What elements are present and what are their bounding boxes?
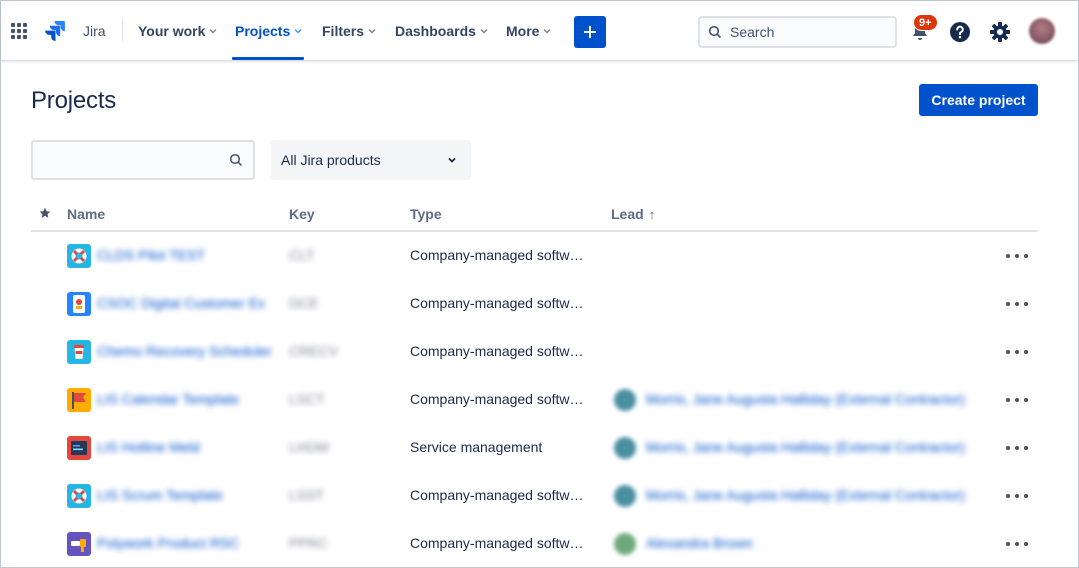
project-key: LHDM [289, 439, 329, 455]
nav-item-label: Your work [138, 23, 206, 39]
active-tab-indicator [232, 57, 304, 60]
search-icon [708, 25, 722, 39]
nav-your-work[interactable]: Your work [138, 1, 217, 61]
star-icon [39, 207, 51, 218]
table-row: CLDS Pilot TEST CLT Company-managed soft… [31, 232, 1038, 280]
project-name-link[interactable]: Chemo Recovery Scheduler [97, 343, 272, 361]
table-row: CSOC Digital Customer Ex DCE Company-man… [31, 280, 1038, 328]
table-row: Polywork Product RSC PPRC Company-manage… [31, 520, 1038, 568]
create-project-button[interactable]: Create project [919, 84, 1038, 116]
settings-button[interactable] [988, 20, 1012, 44]
project-search-input[interactable] [31, 140, 255, 180]
nav-item-label: Dashboards [395, 23, 476, 39]
lead-avatar [614, 389, 636, 411]
grid-icon [11, 23, 27, 39]
plus-icon [584, 26, 596, 38]
type-column-header[interactable]: Type [410, 206, 442, 222]
more-actions-button[interactable] [1006, 296, 1028, 312]
nav-more[interactable]: More [506, 1, 551, 61]
project-type: Company-managed softw… [410, 247, 584, 263]
more-actions-button[interactable] [1006, 344, 1028, 360]
help-icon [950, 22, 970, 42]
nav-dashboards[interactable]: Dashboards [395, 1, 488, 61]
chevron-down-icon [448, 157, 456, 163]
phone-screen-icon [67, 292, 91, 316]
jira-logo-icon[interactable] [44, 1, 66, 61]
project-name-link[interactable]: Polywork Product RSC [97, 535, 239, 553]
search-input[interactable]: Search [698, 16, 897, 48]
nav-item-label: More [506, 23, 540, 39]
more-actions-button[interactable] [1006, 440, 1028, 456]
project-name-link[interactable]: CSOC Digital Customer Ex [97, 295, 265, 313]
notification-count-badge: 9+ [913, 14, 938, 31]
project-key: PPRC [289, 535, 328, 551]
project-key: LSCT [289, 391, 325, 407]
more-actions-button[interactable] [1006, 536, 1028, 552]
help-button[interactable] [948, 20, 972, 44]
project-name-link[interactable]: LIS Scrum Template [97, 487, 223, 505]
chevron-down-icon [543, 28, 551, 34]
project-name-link[interactable]: CLDS Pilot TEST [97, 247, 205, 265]
gear-icon [990, 22, 1010, 42]
search-placeholder: Search [730, 24, 775, 40]
lead-name-link[interactable]: Alexandra Brown [646, 535, 753, 551]
chevron-down-icon [294, 28, 302, 34]
chevron-down-icon [480, 28, 488, 34]
lifebuoy-icon [67, 244, 91, 268]
table-row: LIS Scrum Template LSST Company-managed … [31, 472, 1038, 520]
search-icon [229, 153, 243, 167]
project-key: CRECV [289, 343, 339, 359]
nav-divider [122, 21, 123, 41]
project-name-link[interactable]: LIS Hotline Meld [97, 439, 200, 457]
product-filter-select[interactable]: All Jira products [271, 140, 471, 180]
product-name[interactable]: Jira [83, 1, 106, 61]
lead-header-label: Lead [611, 206, 644, 222]
table-row: LIS Hotline Meld LHDM Service management… [31, 424, 1038, 472]
terminal-icon [67, 436, 91, 460]
chevron-down-icon [209, 28, 217, 34]
lead-avatar [614, 485, 636, 507]
project-type: Company-managed softw… [410, 295, 584, 311]
app-switcher-button[interactable] [11, 1, 31, 61]
flag-icon [67, 388, 91, 412]
table-row: LIS Calendar Template LSCT Company-manag… [31, 376, 1038, 424]
name-column-header[interactable]: Name [67, 206, 105, 222]
table-row: Chemo Recovery Scheduler CRECV Company-m… [31, 328, 1038, 376]
project-key: LSST [289, 487, 325, 503]
product-filter-value: All Jira products [281, 152, 381, 168]
more-actions-button[interactable] [1006, 248, 1028, 264]
chevron-down-icon [368, 28, 376, 34]
project-name-link[interactable]: LIS Calendar Template [97, 391, 239, 409]
project-type: Company-managed softw… [410, 535, 584, 551]
nav-item-label: Projects [235, 23, 291, 39]
nav-item-label: Filters [322, 23, 365, 39]
favorite-column-header[interactable] [39, 207, 51, 219]
project-type: Service management [410, 439, 543, 455]
coffee-cup-icon [67, 340, 91, 364]
more-actions-button[interactable] [1006, 488, 1028, 504]
lead-name-link[interactable]: Morris, Jane Augusta Halliday (External … [646, 439, 965, 455]
sort-ascending-icon: ↑ [648, 206, 656, 222]
project-type: Company-managed softw… [410, 487, 584, 503]
nav-filters[interactable]: Filters [322, 1, 376, 61]
project-key: CLT [289, 247, 315, 263]
key-column-header[interactable]: Key [289, 206, 315, 222]
lead-name-link[interactable]: Morris, Jane Augusta Halliday (External … [646, 391, 965, 407]
drill-icon [67, 532, 91, 556]
page-title: Projects [31, 87, 117, 114]
profile-avatar[interactable] [1029, 18, 1055, 44]
project-type: Company-managed softw… [410, 391, 584, 407]
more-actions-button[interactable] [1006, 392, 1028, 408]
lead-column-header[interactable]: Lead ↑ [611, 206, 655, 222]
lead-avatar [614, 437, 636, 459]
top-navigation: Jira Your work Projects Filters Dashboar… [1, 1, 1078, 61]
create-button[interactable] [574, 16, 606, 48]
nav-projects[interactable]: Projects [235, 1, 302, 61]
project-key: DCE [289, 295, 319, 311]
lead-name-link[interactable]: Morris, Jane Augusta Halliday (External … [646, 487, 965, 503]
lifebuoy-icon [67, 484, 91, 508]
project-type: Company-managed softw… [410, 343, 584, 359]
lead-avatar [614, 533, 636, 555]
